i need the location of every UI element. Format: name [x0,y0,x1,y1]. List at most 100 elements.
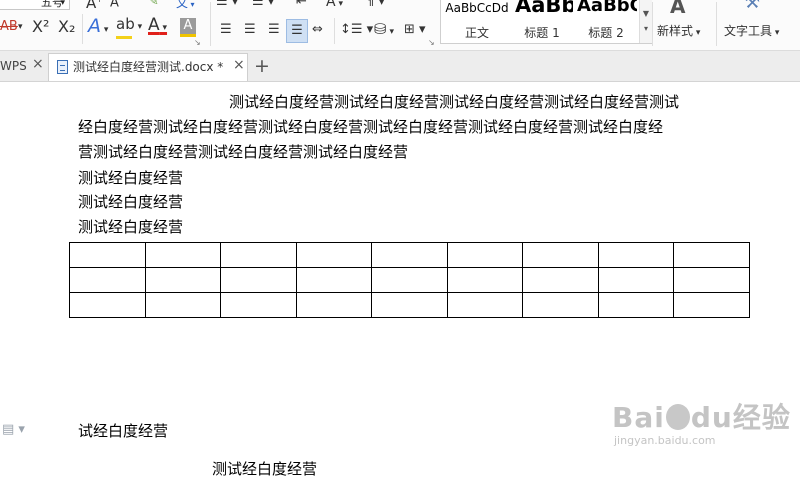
table-cell[interactable] [522,267,599,293]
paragraph-line: 测试经白度经营测试经白度经营测试经白度经营测试经白度经营测试 [229,93,680,111]
text-effect-label: A [88,15,101,37]
strikethrough-button[interactable]: AB [0,19,18,34]
document-table[interactable] [69,242,750,318]
show-marks-icon[interactable]: ¶ ▾ [366,0,385,9]
table-cell[interactable] [144,242,221,268]
table-cell[interactable] [295,292,372,318]
font-size-select[interactable]: 五号 ▾ [0,0,70,10]
style-heading-1[interactable]: AaBb 标题 1 [511,0,573,43]
paragraph-handle-icon[interactable]: ▤ ▾ [2,422,25,437]
toolbar-divider [652,2,653,46]
style-label: 正文 [464,26,489,40]
paw-icon [665,404,690,430]
sort-font-size-button[interactable]: A ▾ [326,0,343,10]
document-icon [57,60,68,74]
chevron-down-icon[interactable]: ▾ [18,22,23,32]
font-color-button[interactable]: A ▾ [148,15,167,35]
bullets-icon[interactable]: ☰ ▾ [216,0,238,9]
table-cell[interactable] [371,242,448,268]
table-cell[interactable] [69,267,146,293]
text-line: 测试经白度经营 [78,169,184,187]
chevron-down-icon: ▾ [60,0,65,8]
table-cell[interactable] [673,267,750,293]
table-cell[interactable] [446,242,523,268]
table-cell[interactable] [371,292,448,318]
table-cell[interactable] [446,292,523,318]
highlight-label: ab [116,15,135,33]
subscript-label: X₂ [58,17,76,36]
grow-font-icon[interactable]: A+ [86,0,103,12]
chevron-down-icon[interactable]: ▼ [640,9,652,18]
clear-format-icon[interactable]: ✎ [148,0,159,9]
align-left-icon[interactable]: ☰ [220,22,232,37]
align-center-icon[interactable]: ☰ [244,22,256,37]
table-cell[interactable] [220,242,297,268]
new-style-icon[interactable]: A [670,0,685,18]
table-cell[interactable] [597,242,674,268]
table-row [69,242,750,268]
highlight-button[interactable]: ab ▾ [116,15,142,39]
new-style-label: 新样式 [657,24,694,38]
paragraph-line: 经白度经营测试经白度经营测试经白度经营测试经白度经营测试经白度经营测试经白度经 [78,118,664,136]
close-icon[interactable]: × [32,56,44,72]
numbering-icon[interactable]: ☰ ▾ [252,0,274,9]
superscript-button[interactable]: X² [32,17,49,36]
shrink-font-icon[interactable]: A- [110,0,122,10]
table-cell[interactable] [144,292,221,318]
table-cell[interactable] [522,292,599,318]
styles-gallery: AaBbCcDd 正文 AaBb 标题 1 AaBbC 标题 2 ▼ ▾ [440,0,652,44]
table-row [69,292,750,318]
table-cell[interactable] [597,292,674,318]
gallery-scrollbar[interactable]: ▼ ▾ [639,0,652,43]
table-cell[interactable] [295,242,372,268]
line-spacing-icon[interactable]: ↕☰ ▾ [340,22,373,37]
table-cell[interactable] [220,292,297,318]
justify-icon[interactable]: ☰ [286,19,308,43]
indent-icon[interactable]: ⇤ [296,0,307,9]
phonetic-guide-button[interactable]: 文 ▾ [176,0,195,11]
new-tab-button[interactable]: + [254,55,270,77]
text-line: 试经白度经营 [78,422,169,440]
subscript-button[interactable]: X₂ [58,17,75,36]
text-effect-button[interactable]: A ▾ [88,15,108,37]
table-cell[interactable] [371,267,448,293]
tab-document[interactable]: 测试经白度经营测试.docx * × [48,53,248,81]
text-tools-button[interactable]: 文字工具 ▾ [724,22,779,39]
expand-gallery-icon[interactable]: ▾ [640,24,652,33]
text-line: 测试经白度经营 [78,193,184,211]
text-line: 测试经白度经营 [78,218,184,236]
table-cell[interactable] [673,292,750,318]
table-cell[interactable] [446,267,523,293]
char-shading-button[interactable]: A [180,18,196,37]
new-style-button[interactable]: 新样式 ▾ [657,22,700,39]
document-page[interactable]: 测试经白度经营测试经白度经营测试经白度经营测试经白度经营测试 经白度经营测试经白… [0,82,800,478]
align-right-icon[interactable]: ☰ [268,22,280,37]
close-icon[interactable]: × [233,57,245,73]
table-row [69,267,750,293]
style-preview: AaBbCcDd [445,1,509,15]
table-cell[interactable] [522,242,599,268]
style-heading-2[interactable]: AaBbC 标题 2 [575,0,637,43]
text-line-partial: 测试经白度经营 [212,460,318,478]
ribbon-toolbar: 五号 ▾ A+ A- ✎ 文 ▾ AB ▾ X² X₂ A ▾ ab ▾ A ▾… [0,0,800,51]
paragraph-shading-icon[interactable]: ⛁ ▾ [374,20,394,38]
table-cell[interactable] [144,267,221,293]
table-cell[interactable] [597,267,674,293]
wrench-icon[interactable]: ⚒ [744,0,760,13]
table-cell[interactable] [69,292,146,318]
strikethrough-label: AB [0,19,18,34]
borders-icon[interactable]: ⊞ ▾ [404,22,426,37]
distribute-icon[interactable]: ⇔ [312,22,323,37]
toolbar-divider [334,18,335,44]
dialog-launcher-icon[interactable]: ↘ [428,38,435,47]
style-preview: AaBb [515,0,573,17]
baidu-jingyan-watermark: Bai du经验 jingyan.baidu.com [612,396,791,447]
table-cell[interactable] [69,242,146,268]
toolbar-divider [716,2,717,46]
table-cell[interactable] [220,267,297,293]
table-cell[interactable] [673,242,750,268]
char-shading-label: A [183,18,193,33]
table-cell[interactable] [295,267,372,293]
style-normal[interactable]: AaBbCcDd 正文 [445,0,509,43]
dialog-launcher-icon[interactable]: ↘ [194,38,201,47]
